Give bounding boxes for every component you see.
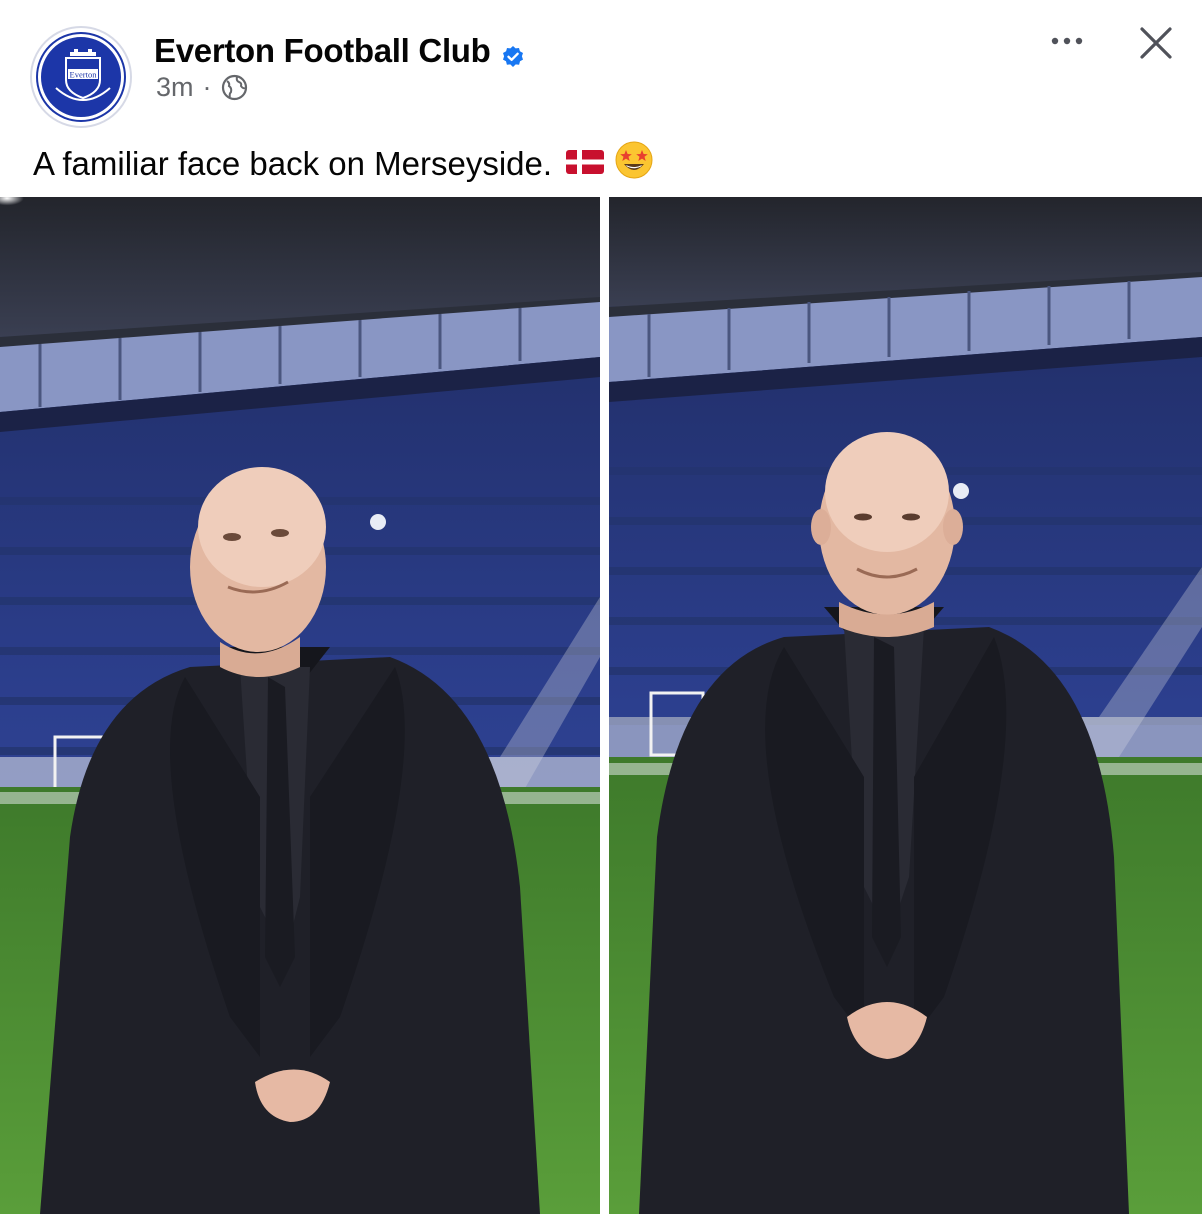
more-options-icon bbox=[1051, 37, 1083, 45]
svg-text:Everton: Everton bbox=[70, 70, 98, 80]
page-name-row[interactable]: Everton Football Club bbox=[154, 32, 525, 70]
star-struck-emoji bbox=[614, 140, 654, 188]
post-caption: A familiar face back on Merseyside. bbox=[33, 140, 654, 188]
globe-icon[interactable] bbox=[221, 74, 248, 101]
stadium-photo-left bbox=[0, 197, 600, 1214]
close-button[interactable] bbox=[1133, 20, 1179, 66]
meta-separator: · bbox=[202, 72, 212, 102]
verified-badge-icon bbox=[501, 39, 525, 67]
caption-text: A familiar face back on Merseyside. bbox=[33, 145, 553, 182]
page-avatar[interactable]: Everton bbox=[30, 26, 132, 128]
post-timestamp[interactable]: 3m bbox=[156, 72, 194, 103]
post-header: Everton Everton Football Club 3m · bbox=[0, 0, 1202, 130]
photo-right[interactable] bbox=[609, 197, 1202, 1214]
photo-left[interactable] bbox=[0, 197, 600, 1214]
post-meta: 3m · bbox=[156, 72, 248, 103]
more-options-button[interactable] bbox=[1042, 20, 1094, 60]
stadium-photo-right bbox=[609, 197, 1202, 1214]
denmark-flag-emoji bbox=[566, 145, 605, 183]
page-name[interactable]: Everton Football Club bbox=[154, 32, 491, 70]
crest-graphic: Everton bbox=[55, 49, 111, 101]
close-icon bbox=[1140, 27, 1172, 59]
